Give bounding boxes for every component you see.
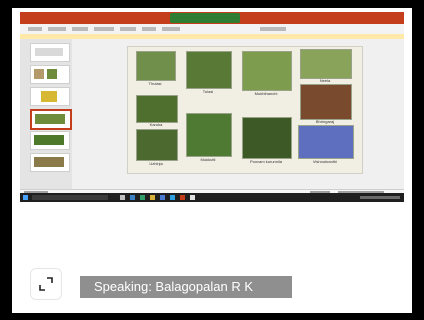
plant-caption: Vishnukranthi bbox=[312, 159, 338, 164]
app-icon[interactable] bbox=[140, 195, 145, 200]
plant-photo bbox=[186, 51, 232, 89]
app-title-bar bbox=[20, 12, 404, 28]
slide-canvas[interactable]: Thulasi Tulasi Mukhthanchi Neela Karuka … bbox=[72, 39, 404, 189]
windows-start-icon[interactable] bbox=[23, 195, 28, 200]
taskbar-search[interactable] bbox=[32, 195, 108, 200]
plant-caption: Tulasi bbox=[202, 89, 214, 94]
slide-thumbnail-active[interactable] bbox=[30, 109, 72, 130]
task-view-icon[interactable] bbox=[120, 195, 125, 200]
plant-caption: Poovam kurunnila bbox=[249, 159, 283, 164]
slide-thumbnail[interactable] bbox=[30, 65, 70, 84]
system-tray[interactable] bbox=[360, 196, 400, 199]
app-icon[interactable] bbox=[130, 195, 135, 200]
expand-button[interactable] bbox=[30, 268, 62, 300]
expand-icon bbox=[39, 277, 53, 291]
plant-caption: Bhringaraj bbox=[315, 119, 335, 124]
plant-caption: Mukkutti bbox=[200, 157, 216, 162]
plant-caption: Uzhinja bbox=[149, 161, 163, 166]
slide-thumbnail[interactable] bbox=[30, 131, 70, 150]
app-icon[interactable] bbox=[190, 195, 195, 200]
plant-caption: Thulasi bbox=[148, 81, 162, 86]
app-icon[interactable] bbox=[170, 195, 175, 200]
plant-photo bbox=[186, 113, 232, 157]
powerpoint-icon[interactable] bbox=[180, 195, 185, 200]
slide-thumbnail[interactable] bbox=[30, 153, 70, 172]
plant-photo bbox=[136, 51, 176, 81]
plant-photo bbox=[242, 51, 292, 91]
app-title bbox=[170, 13, 240, 23]
slide-thumbnail[interactable] bbox=[30, 43, 70, 62]
window-controls[interactable] bbox=[360, 15, 400, 28]
current-slide: Thulasi Tulasi Mukhthanchi Neela Karuka … bbox=[127, 46, 363, 174]
plant-caption: Neela bbox=[319, 78, 331, 83]
plant-caption: Mukhthanchi bbox=[254, 91, 278, 96]
plant-caption: Karuka bbox=[149, 122, 163, 127]
folder-icon[interactable] bbox=[150, 195, 155, 200]
plant-photo bbox=[298, 125, 354, 159]
app-icon[interactable] bbox=[160, 195, 165, 200]
plant-photo bbox=[136, 95, 178, 123]
speaking-indicator: Speaking: Balagopalan R K bbox=[80, 276, 292, 298]
shared-screen: Thulasi Tulasi Mukhthanchi Neela Karuka … bbox=[20, 12, 404, 202]
plant-photo bbox=[300, 49, 352, 79]
plant-photo bbox=[136, 129, 178, 161]
plant-photo bbox=[300, 84, 352, 120]
taskbar bbox=[20, 193, 404, 202]
slide-thumbnail[interactable] bbox=[30, 87, 70, 106]
slides-pane[interactable] bbox=[20, 39, 73, 189]
plant-photo bbox=[242, 117, 292, 159]
